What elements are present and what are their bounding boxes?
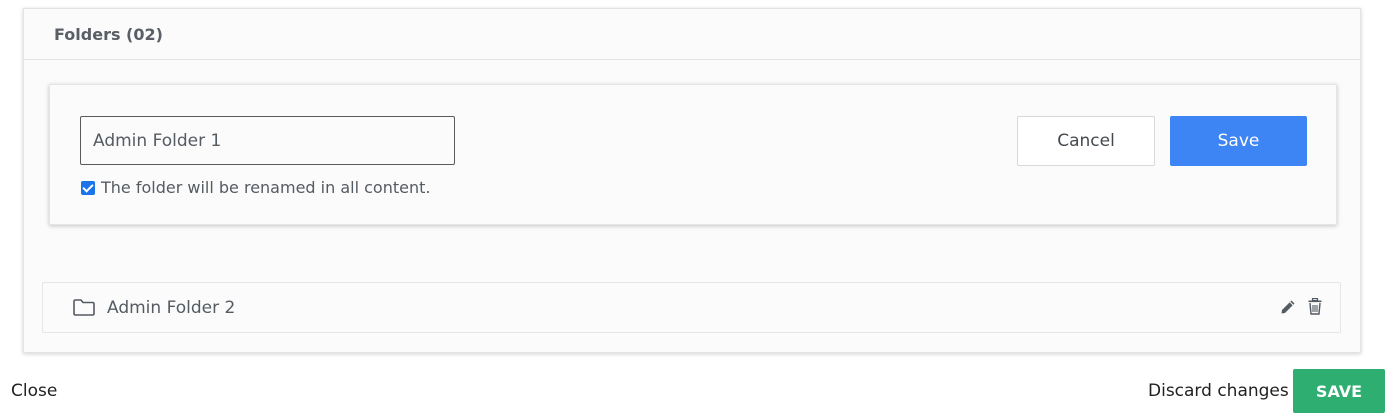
folders-panel: Folders (02) The folder will be renamed … — [23, 8, 1361, 353]
close-link[interactable]: Close — [11, 381, 57, 401]
panel-header: Folders (02) — [24, 9, 1360, 60]
cancel-button[interactable]: Cancel — [1017, 116, 1155, 166]
folder-icon — [73, 299, 95, 316]
rename-checkbox[interactable] — [81, 180, 95, 195]
save-folder-button[interactable]: Save — [1170, 116, 1307, 166]
folder-name: Admin Folder 2 — [107, 298, 236, 318]
folder-list-item[interactable]: Admin Folder 2 — [42, 282, 1341, 333]
panel-title: Folders (02) — [54, 24, 163, 44]
trash-icon[interactable] — [1308, 298, 1322, 315]
folder-edit-card: The folder will be renamed in all conten… — [49, 84, 1337, 225]
folder-name-input[interactable] — [80, 116, 455, 165]
rename-checkbox-label: The folder will be renamed in all conten… — [101, 178, 431, 197]
save-button[interactable]: SAVE — [1293, 369, 1385, 413]
pencil-icon[interactable] — [1280, 299, 1296, 315]
discard-changes-link[interactable]: Discard changes — [1148, 381, 1289, 401]
rename-checkbox-row[interactable]: The folder will be renamed in all conten… — [81, 178, 430, 197]
